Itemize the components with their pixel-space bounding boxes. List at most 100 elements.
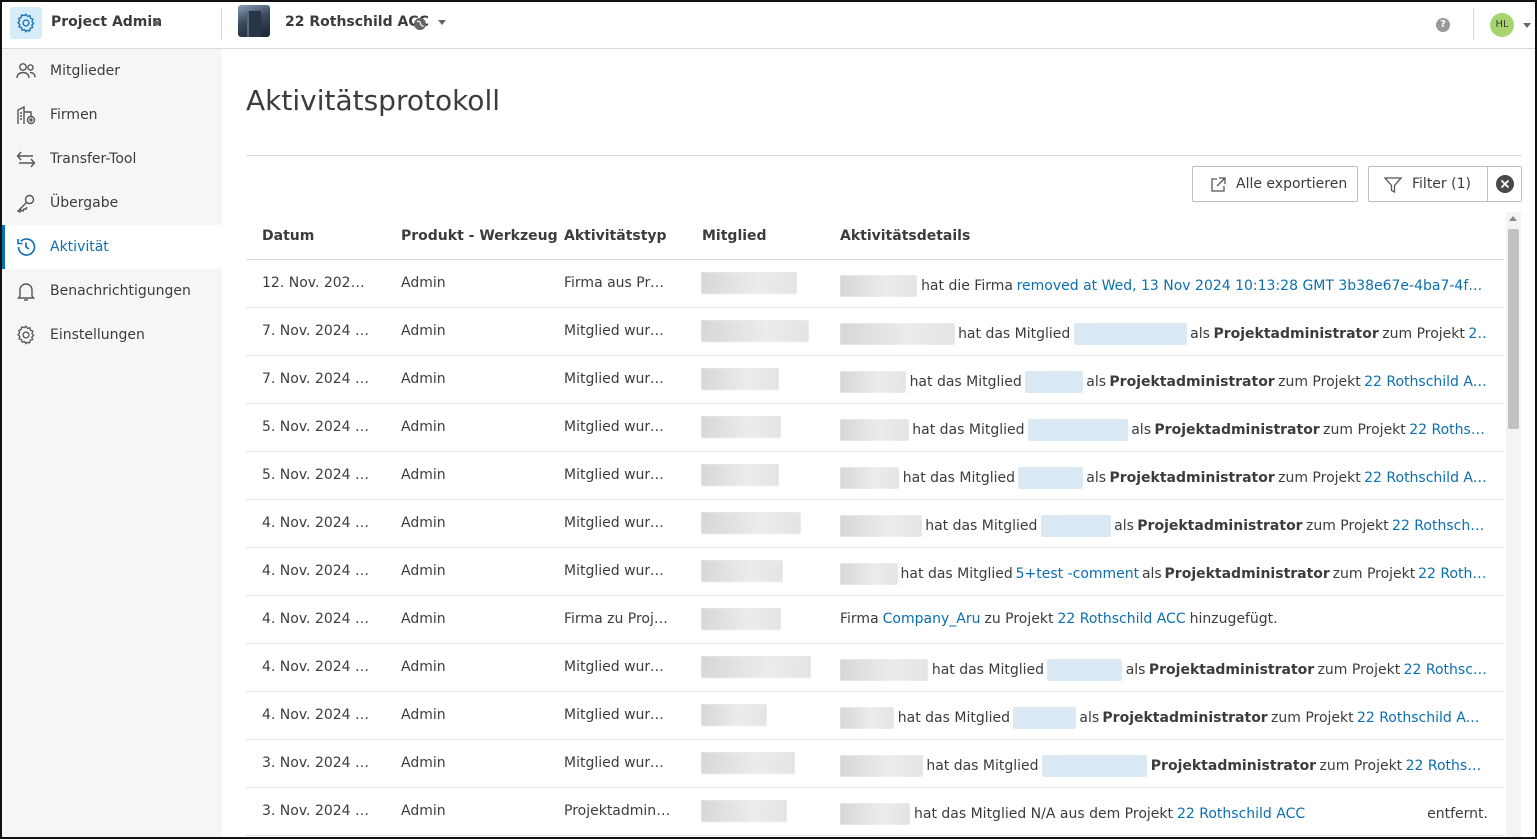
product-cell: Admin <box>401 659 446 675</box>
chevron-down-icon[interactable] <box>438 20 446 25</box>
avatar[interactable]: HL <box>1490 13 1514 37</box>
details-link[interactable]: 22 Rothschild ACC ... <box>1364 374 1488 390</box>
sidebar-item-transfer-tool[interactable]: Transfer-Tool <box>0 137 222 181</box>
details-link[interactable]: 22 Rothsch... <box>1409 422 1488 438</box>
actor-name-redacted[interactable] <box>840 275 918 297</box>
sidebar-item-label: Mitglieder <box>50 63 120 79</box>
table-row[interactable]: 4. Nov. 2024 7:... Admin Mitglied wurd... h… <box>246 548 1504 596</box>
table-row[interactable]: 4. Nov. 2024 1... Admin Mitglied wurd... ha… <box>246 644 1504 692</box>
table-row[interactable]: 3. Nov. 2024 1... Admin Projektadmini... ha… <box>246 788 1504 836</box>
member-cell <box>701 560 783 584</box>
member-link-redacted[interactable] <box>1040 515 1111 537</box>
actor-name-redacted[interactable] <box>840 323 955 345</box>
sidebar-item-notifications[interactable]: Benachrichtigungen <box>0 269 222 313</box>
member-link-redacted[interactable] <box>1042 755 1148 777</box>
member-link[interactable]: 5+test -comment <box>1016 566 1140 582</box>
details-link[interactable]: 22 Rothschil... <box>1404 662 1488 678</box>
activity-details-cell: hat das Mitglied 5+test -comment als Projek… <box>840 563 1488 585</box>
actor-name-redacted[interactable] <box>840 371 907 393</box>
page-title: Aktivitätsprotokoll <box>246 84 500 117</box>
actor-name-redacted[interactable] <box>840 803 910 825</box>
details-link[interactable]: 2... <box>1468 326 1488 342</box>
table-row[interactable]: 3. Nov. 2024 1... Admin Mitglied wurd... ha… <box>246 740 1504 788</box>
clear-filter-icon[interactable] <box>1496 175 1514 193</box>
activity-type-cell: Mitglied wurd... <box>564 563 672 579</box>
members-icon <box>15 60 37 82</box>
gear-icon[interactable] <box>10 7 42 39</box>
scrollbar-thumb[interactable] <box>1508 229 1519 429</box>
table-row[interactable]: 12. Nov. 2024 1... Admin Firma aus Proj...… <box>246 260 1504 308</box>
table-row[interactable]: 5. Nov. 2024 6:... Admin Mitglied wurd... h… <box>246 452 1504 500</box>
actor-name-redacted[interactable] <box>840 755 923 777</box>
scroll-up-icon[interactable] <box>1509 216 1517 221</box>
date-cell: 7. Nov. 2024 7:... <box>262 371 372 387</box>
date-cell: 4. Nov. 2024 7:... <box>262 563 372 579</box>
sidebar-item-label: Transfer-Tool <box>50 151 137 167</box>
details-text: hat das Mitglied <box>958 326 1071 342</box>
activity-type-cell: Mitglied wurd... <box>564 755 672 771</box>
details-link[interactable]: 22 Rothschi... <box>1406 758 1488 774</box>
actor-name-redacted[interactable] <box>840 467 900 489</box>
column-header-activity-details[interactable]: Aktivitätsdetails <box>840 228 970 244</box>
date-cell: 5. Nov. 2024 6:... <box>262 467 372 483</box>
date-cell: 4. Nov. 2024 7:... <box>262 611 372 627</box>
role-text: Projektadministrator <box>1102 710 1268 726</box>
actor-name-redacted[interactable] <box>840 515 922 537</box>
table-row[interactable]: 7. Nov. 2024 7:... Admin Mitglied wurd... h… <box>246 356 1504 404</box>
details-text: zum Projekt <box>1382 326 1465 342</box>
sidebar-item-activity[interactable]: Aktivität <box>0 225 222 269</box>
chevron-down-icon[interactable] <box>1523 23 1531 28</box>
key-icon <box>15 192 37 214</box>
member-link-redacted[interactable] <box>1018 467 1083 489</box>
sidebar-item-handover[interactable]: Übergabe <box>0 181 222 225</box>
actor-name-redacted[interactable] <box>840 707 895 729</box>
column-header-activity-type[interactable]: Aktivitätstyp <box>564 228 667 244</box>
filter-button[interactable]: Filter (1) <box>1368 166 1522 202</box>
export-all-button[interactable]: Alle exportieren <box>1192 166 1358 202</box>
member-link-redacted[interactable] <box>1047 659 1123 681</box>
details-text: hat das Mitglied <box>925 518 1038 534</box>
help-icon[interactable]: ? <box>1436 18 1450 32</box>
details-link[interactable]: removed at Wed, 13 Nov 2024 10:13:28 GMT… <box>1017 278 1488 294</box>
member-link-redacted[interactable] <box>1027 419 1128 441</box>
column-header-date[interactable]: Datum <box>262 228 314 244</box>
column-header-member[interactable]: Mitglied <box>702 228 767 244</box>
app-title[interactable]: Project Admin <box>51 14 162 30</box>
details-link[interactable]: 22 Rothschild ACC hi... <box>1357 710 1488 726</box>
member-link-redacted[interactable] <box>1073 323 1187 345</box>
actor-name-redacted[interactable] <box>840 659 929 681</box>
sidebar: Mitglieder Firmen Transfer-Tool Übergabe… <box>0 49 222 839</box>
scrollbar[interactable] <box>1506 212 1521 839</box>
sidebar-item-members[interactable]: Mitglieder <box>0 49 222 93</box>
sidebar-item-settings[interactable]: Einstellungen <box>0 313 222 357</box>
table-row[interactable]: 4. Nov. 2024 1... Admin Mitglied wurd... ha… <box>246 500 1504 548</box>
column-header-product[interactable]: Produkt - Werkzeug <box>401 228 558 244</box>
role-text: Projektadministrator <box>1154 422 1320 438</box>
date-cell: 3. Nov. 2024 1... <box>262 803 372 819</box>
date-cell: 7. Nov. 2024 1... <box>262 323 372 339</box>
project-link[interactable]: 22 Rothschild ACC <box>1057 611 1185 627</box>
details-link[interactable]: 22 Rothschild ... <box>1392 518 1488 534</box>
details-link[interactable]: 22 Rothschild ACC <box>1177 806 1423 822</box>
actor-name-redacted[interactable] <box>840 563 898 585</box>
project-name[interactable]: 22 Rothschild ACC <box>285 14 429 30</box>
actor-name-redacted[interactable] <box>840 419 909 441</box>
product-cell: Admin <box>401 611 446 627</box>
chevron-down-icon[interactable] <box>153 21 161 26</box>
details-link[interactable]: 22 Rothschil... <box>1418 566 1488 582</box>
activity-type-cell: Mitglied wurd... <box>564 419 672 435</box>
table-row[interactable]: 4. Nov. 2024 3:... Admin Mitglied wurd... h… <box>246 692 1504 740</box>
details-link[interactable]: 22 Rothschild ACC ... <box>1364 470 1488 486</box>
activity-details-cell: hat das Mitglied als Projektadministrator z… <box>840 371 1488 393</box>
company-link[interactable]: Company_Aru <box>883 611 981 627</box>
project-thumbnail[interactable] <box>238 5 270 37</box>
member-link-redacted[interactable] <box>1013 707 1077 729</box>
table-row[interactable]: 4. Nov. 2024 7:... Admin Firma zu Proje...… <box>246 596 1504 644</box>
activity-type-cell: Mitglied wurd... <box>564 323 672 339</box>
member-link-redacted[interactable] <box>1025 371 1083 393</box>
sidebar-item-companies[interactable]: Firmen <box>0 93 222 137</box>
activity-type-cell: Mitglied wurd... <box>564 707 672 723</box>
table-row[interactable]: 7. Nov. 2024 1... Admin Mitglied wurd... ha… <box>246 308 1504 356</box>
table-row[interactable]: 5. Nov. 2024 1... Admin Mitglied wurd... ha… <box>246 404 1504 452</box>
history-icon <box>15 236 37 258</box>
